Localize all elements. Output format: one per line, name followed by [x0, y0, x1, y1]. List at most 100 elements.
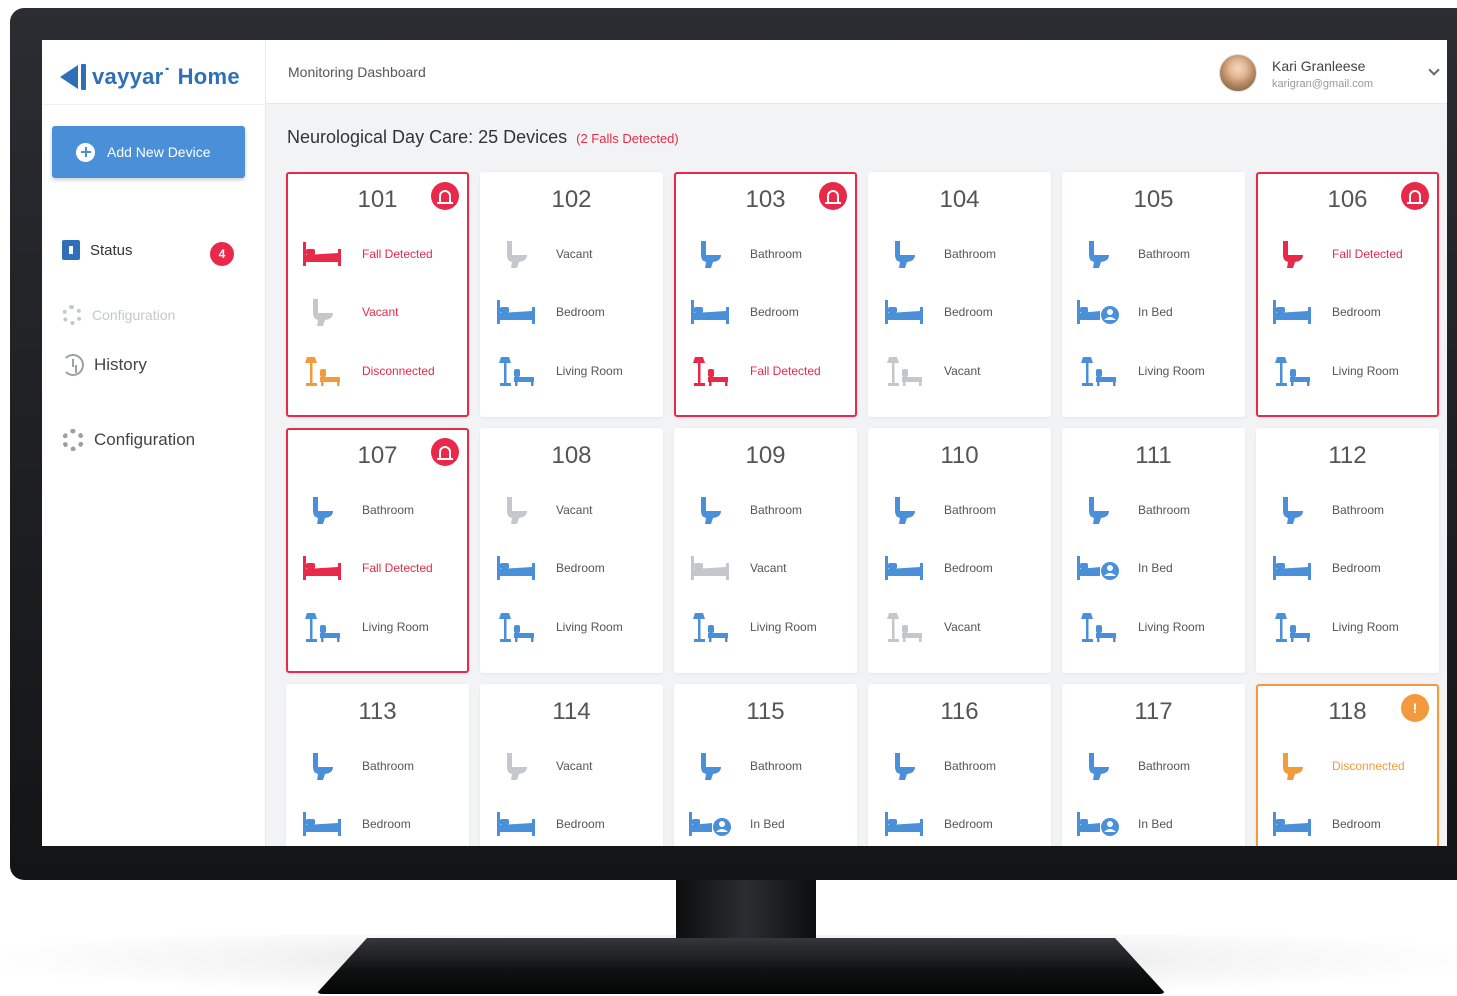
device-card-102[interactable]: 102 Vacant Bedroom Living Room [480, 172, 663, 417]
bed-icon [300, 806, 344, 842]
bed-icon [494, 806, 538, 842]
sensor-status-label: Vacant [556, 247, 593, 261]
sensor-row: Vacant [870, 607, 1049, 647]
sensor-status-label: In Bed [1138, 305, 1173, 319]
device-card-103[interactable]: 103 Bathroom Bedroom Fall Detected [674, 172, 857, 417]
user-name: Kari Granleese [1272, 58, 1366, 74]
toilet-icon [688, 236, 732, 272]
room-number: 115 [746, 698, 785, 725]
bed-icon [882, 294, 926, 330]
sensor-row: Bedroom [1258, 548, 1437, 588]
sidebar-item-history[interactable]: History [62, 354, 147, 376]
vayyar-logo[interactable]: vayyar˙ Home [60, 62, 240, 92]
device-card-111[interactable]: 111 Bathroom In Bed Living Room [1062, 428, 1245, 673]
room-number: 108 [551, 442, 592, 469]
logo-divider [42, 104, 266, 105]
device-card-109[interactable]: 109 Bathroom Vacant Living Room [674, 428, 857, 673]
living-room-icon [1270, 353, 1314, 389]
sensor-status-label: Fall Detected [750, 364, 821, 378]
device-card-115[interactable]: 115 Bathroom In Bed [674, 684, 857, 846]
toilet-icon [882, 492, 926, 528]
add-new-device-label: Add New Device [107, 144, 211, 160]
add-new-device-button[interactable]: Add New Device [52, 126, 245, 178]
sensor-status-label: Living Room [1138, 364, 1205, 378]
logo-text: vayyar˙ Home [92, 64, 240, 89]
chevron-down-icon[interactable] [1428, 64, 1440, 76]
bed-person-icon [1076, 550, 1120, 586]
sensor-status-label: Bathroom [750, 759, 803, 773]
living-room-icon [494, 353, 538, 389]
device-card-116[interactable]: 116 Bathroom Bedroom [868, 684, 1051, 846]
bed-icon [300, 550, 344, 586]
device-card-101[interactable]: 101 Fall Detected Vacant Disconnected [286, 172, 469, 417]
status-count-badge: 4 [210, 242, 234, 266]
room-number: 109 [745, 442, 786, 469]
living-room-icon [1076, 353, 1120, 389]
toilet-icon [494, 236, 538, 272]
sensor-status-label: Vacant [556, 503, 593, 517]
sensor-row: Living Room [1258, 607, 1437, 647]
room-number: 102 [551, 186, 592, 213]
sensor-row: Bedroom [1258, 804, 1437, 844]
sidebar-item-label: Configuration [92, 307, 176, 323]
sensor-status-label: Vacant [750, 561, 787, 575]
bed-icon [494, 550, 538, 586]
sensor-row: In Bed [1064, 292, 1243, 332]
sensor-row: Bathroom [288, 746, 467, 786]
device-card-104[interactable]: 104 Bathroom Bedroom Vacant [868, 172, 1051, 417]
device-card-110[interactable]: 110 Bathroom Bedroom Vacant [868, 428, 1051, 673]
device-card-112[interactable]: 112 Bathroom Bedroom Living Room [1256, 428, 1439, 673]
sensor-status-label: Bathroom [750, 247, 803, 261]
monitor-stand-base [316, 938, 1166, 994]
sensor-row: Bathroom [870, 234, 1049, 274]
bell-alert-icon[interactable] [431, 182, 459, 210]
sensor-row: In Bed [1064, 804, 1243, 844]
sensor-row: Vacant [676, 548, 855, 588]
toilet-icon [300, 492, 344, 528]
sensor-row: Bedroom [1258, 292, 1437, 332]
device-card-114[interactable]: 114 Vacant Bedroom [480, 684, 663, 846]
device-card-105[interactable]: 105 Bathroom In Bed Living Room [1062, 172, 1245, 417]
sidebar-item-configuration-faded[interactable]: Configuration [62, 305, 175, 325]
bell-alert-icon[interactable] [1401, 182, 1429, 210]
device-card-106[interactable]: 106 Fall Detected Bedroom Living Room [1256, 172, 1439, 417]
gear-icon [62, 305, 82, 325]
sensor-status-label: Bedroom [750, 305, 799, 319]
sensor-status-label: Bedroom [1332, 817, 1381, 831]
section-heading: Neurological Day Care: 25 Devices (2 Fal… [287, 127, 679, 148]
toilet-icon [1270, 236, 1314, 272]
room-number: 110 [940, 442, 979, 469]
sensor-status-label: Fall Detected [362, 561, 433, 575]
toilet-icon [1076, 492, 1120, 528]
avatar[interactable] [1219, 54, 1257, 92]
sidebar-item-configuration[interactable]: Configuration [62, 429, 195, 451]
sensor-row: Living Room [676, 607, 855, 647]
sensor-status-label: Bathroom [1332, 503, 1385, 517]
sensor-status-label: Fall Detected [1332, 247, 1403, 261]
sensor-row: Living Room [1064, 607, 1243, 647]
device-card-108[interactable]: 108 Vacant Bedroom Living Room [480, 428, 663, 673]
sensor-row: Bathroom [676, 746, 855, 786]
device-card-117[interactable]: 117 Bathroom In Bed [1062, 684, 1245, 846]
toilet-icon [688, 748, 732, 784]
warning-icon[interactable]: ! [1401, 694, 1429, 722]
sensor-status-label: Bathroom [750, 503, 803, 517]
sensor-row: Disconnected [288, 351, 467, 391]
bell-alert-icon[interactable] [431, 438, 459, 466]
sidebar-item-status[interactable]: Status [62, 240, 133, 260]
device-card-107[interactable]: 107 Bathroom Fall Detected Living Room [286, 428, 469, 673]
device-card-118[interactable]: 118! Disconnected Bedroom [1256, 684, 1439, 846]
sensor-status-label: Living Room [556, 620, 623, 634]
sensor-status-label: Bedroom [362, 817, 411, 831]
sensor-status-label: Bedroom [556, 305, 605, 319]
device-card-113[interactable]: 113 Bathroom Bedroom [286, 684, 469, 846]
sensor-row: Vacant [482, 490, 661, 530]
sensor-row: Fall Detected [1258, 234, 1437, 274]
sensor-status-label: Bathroom [362, 503, 415, 517]
falls-detected-note: (2 Falls Detected) [576, 131, 679, 146]
sensor-row: Vacant [288, 292, 467, 332]
sensor-row: In Bed [1064, 548, 1243, 588]
toilet-icon [494, 748, 538, 784]
bed-icon [1270, 806, 1314, 842]
bell-alert-icon[interactable] [819, 182, 847, 210]
